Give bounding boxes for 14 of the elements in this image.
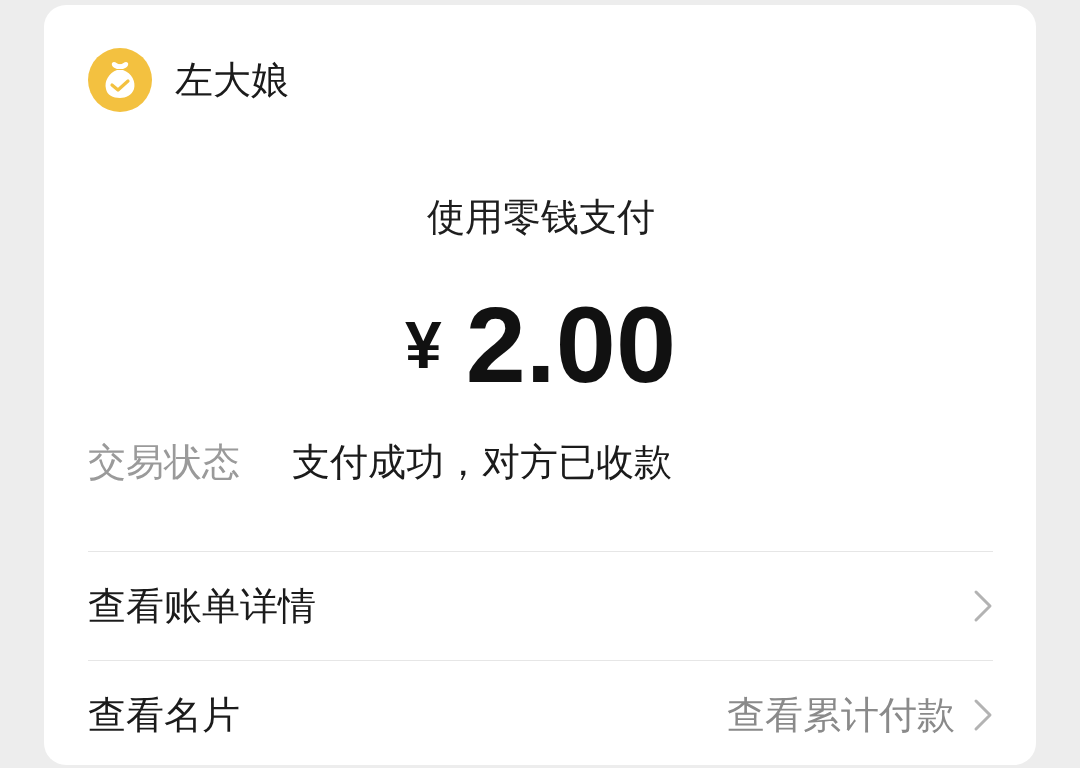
- detail-value: 支付成功，对方已收款: [292, 440, 672, 485]
- merchant-name: 左大娘: [175, 58, 289, 103]
- list-item[interactable]: 查看名片 查看累计付款: [88, 660, 993, 768]
- detail-label: 交易状态: [88, 440, 240, 485]
- list-item-hint: 查看累计付款: [727, 693, 955, 738]
- chevron-right-icon: [973, 589, 993, 623]
- currency-symbol: ¥: [405, 307, 442, 384]
- chevron-right-icon: [973, 698, 993, 732]
- list-item[interactable]: 查看账单详情: [88, 551, 993, 660]
- list-item-label: 查看账单详情: [88, 584, 317, 629]
- list-item-label: 查看名片: [88, 693, 241, 738]
- payment-method: 使用零钱支付: [426, 195, 655, 240]
- payment-amount: 2.00: [465, 285, 676, 405]
- money-bag-icon: [88, 48, 152, 112]
